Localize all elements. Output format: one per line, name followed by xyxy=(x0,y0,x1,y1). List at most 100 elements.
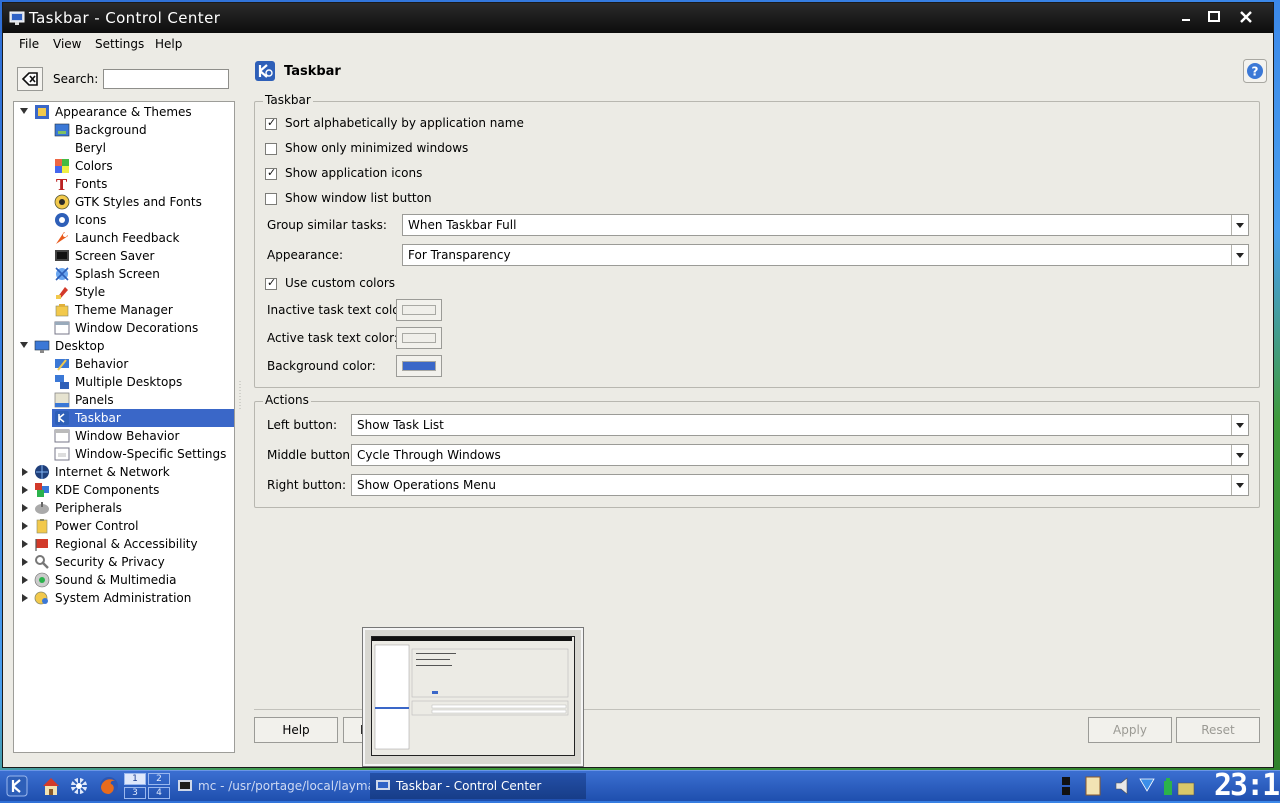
right-button-select[interactable]: Show Operations Menu xyxy=(351,474,1249,496)
module-title: Taskbar xyxy=(284,64,341,79)
tree-item[interactable]: Security & Privacy xyxy=(14,553,234,571)
custom-colors-checkbox[interactable] xyxy=(265,276,277,290)
menu-file[interactable]: File xyxy=(19,37,39,51)
tray-icons xyxy=(1062,776,1195,796)
tree-item[interactable]: Multiple Desktops xyxy=(14,373,234,391)
home-icon[interactable] xyxy=(40,775,62,797)
appearance-select[interactable]: For Transparency xyxy=(402,244,1249,266)
search-input[interactable] xyxy=(103,69,229,89)
menu-settings[interactable]: Settings xyxy=(95,37,144,51)
left-button-select[interactable]: Show Task List xyxy=(351,414,1249,436)
tree-item[interactable]: System Administration xyxy=(14,589,234,607)
expanded-arrow-icon[interactable] xyxy=(20,342,28,348)
whats-this-help-icon[interactable]: ? xyxy=(1243,59,1267,83)
menu-view[interactable]: View xyxy=(53,37,81,51)
taskbar-group: Taskbar Sort alphabetically by applicati… xyxy=(254,93,1260,388)
active-color-button[interactable] xyxy=(396,327,442,349)
background-color-button[interactable] xyxy=(396,355,442,377)
tree-item[interactable]: Panels xyxy=(14,391,234,409)
window-behavior-icon xyxy=(54,429,70,443)
group-tasks-select[interactable]: When Taskbar Full xyxy=(402,214,1249,236)
tree-item-label: Power Control xyxy=(55,519,139,533)
tree-item[interactable]: Background xyxy=(14,121,234,139)
tree-item[interactable]: Window Behavior xyxy=(14,427,234,445)
help-button[interactable]: Help xyxy=(254,717,338,743)
tree-item[interactable]: Launch Feedback xyxy=(14,229,234,247)
left-button-value: Show Task List xyxy=(357,418,444,432)
chevron-down-icon xyxy=(1231,245,1248,265)
style-icon xyxy=(56,287,68,299)
collapsed-arrow-icon[interactable] xyxy=(22,558,28,566)
collapsed-arrow-icon[interactable] xyxy=(22,540,28,548)
desktop-1[interactable]: 1 xyxy=(124,773,146,785)
tree-item[interactable]: KDE Components xyxy=(14,481,234,499)
tree-item[interactable]: Theme Manager xyxy=(14,301,234,319)
tree-item[interactable]: Internet & Network xyxy=(14,463,234,481)
preview-window xyxy=(371,636,575,756)
collapsed-arrow-icon[interactable] xyxy=(22,486,28,494)
desktop-4[interactable]: 4 xyxy=(148,787,170,799)
clear-search-button[interactable] xyxy=(17,67,43,91)
tree-item[interactable]: Regional & Accessibility xyxy=(14,535,234,553)
tree-item[interactable]: Appearance & Themes xyxy=(14,103,234,121)
sound-icon xyxy=(34,572,50,588)
kde-menu-icon[interactable] xyxy=(6,775,28,797)
window-decorations-icon xyxy=(54,321,70,335)
task-control-center[interactable]: Taskbar - Control Center xyxy=(370,773,586,799)
tree-item[interactable]: Style xyxy=(14,283,234,301)
navigation-pane: Search: Appearance & Themes Background Ber… xyxy=(11,61,235,753)
apply-button[interactable]: Apply xyxy=(1088,717,1172,743)
maximize-icon[interactable] xyxy=(1205,10,1223,24)
tree-item[interactable]: Window Decorations xyxy=(14,319,234,337)
tree-item[interactable]: Icons xyxy=(14,211,234,229)
reset-button[interactable]: Reset xyxy=(1176,717,1260,743)
tree-item[interactable]: Taskbar xyxy=(52,409,234,427)
firefox-icon[interactable] xyxy=(98,775,120,797)
app-icons-checkbox[interactable] xyxy=(265,166,277,180)
gtk-icon xyxy=(54,194,70,210)
middle-button-select[interactable]: Cycle Through Windows xyxy=(351,444,1249,466)
inactive-color-button[interactable] xyxy=(396,299,442,321)
collapsed-arrow-icon[interactable] xyxy=(22,576,28,584)
sort-alpha-checkbox[interactable] xyxy=(265,116,277,130)
pane-splitter[interactable] xyxy=(238,61,242,753)
middle-button-value: Cycle Through Windows xyxy=(357,448,501,462)
tree-item[interactable]: Behavior xyxy=(14,355,234,373)
tree-item[interactable]: Screen Saver xyxy=(14,247,234,265)
window-list-label: Show window list button xyxy=(285,191,432,205)
tree-item[interactable]: Power Control xyxy=(14,517,234,535)
title-bar[interactable]: Taskbar - Control Center xyxy=(3,3,1273,33)
tree-item-label: Appearance & Themes xyxy=(55,105,192,119)
menu-help[interactable]: Help xyxy=(155,37,182,51)
only-minimized-checkbox[interactable] xyxy=(265,143,277,155)
system-admin-icon xyxy=(34,591,48,605)
tree-item[interactable]: Peripherals xyxy=(14,499,234,517)
collapsed-arrow-icon[interactable] xyxy=(22,504,28,512)
tree-item[interactable]: T Fonts xyxy=(14,175,234,193)
clock: 23:16 xyxy=(1214,768,1280,803)
expanded-arrow-icon[interactable] xyxy=(20,108,28,114)
tree-item[interactable]: Splash Screen xyxy=(14,265,234,283)
collapsed-arrow-icon[interactable] xyxy=(22,522,28,530)
desktop-2[interactable]: 2 xyxy=(148,773,170,785)
system-settings-icon[interactable] xyxy=(68,775,90,797)
tree-item[interactable]: Desktop xyxy=(14,337,234,355)
tree-item[interactable]: Sound & Multimedia xyxy=(14,571,234,589)
desktop-3[interactable]: 3 xyxy=(124,787,146,799)
chevron-down-icon xyxy=(1231,445,1248,465)
tree-item[interactable]: Window-Specific Settings xyxy=(14,445,234,463)
regional-icon xyxy=(35,539,48,551)
collapsed-arrow-icon[interactable] xyxy=(22,594,28,602)
close-icon[interactable] xyxy=(1237,10,1255,24)
tree-item[interactable]: GTK Styles and Fonts xyxy=(14,193,234,211)
minimize-icon[interactable] xyxy=(1177,10,1195,24)
tree-item[interactable]: Beryl xyxy=(14,139,234,157)
launch-feedback-icon xyxy=(56,232,68,244)
background-icon xyxy=(54,123,70,137)
tree-item[interactable]: Colors xyxy=(14,157,234,175)
security-icon xyxy=(35,555,49,569)
window-list-checkbox[interactable] xyxy=(265,193,277,205)
task-terminal[interactable]: mc - /usr/portage/local/layman xyxy=(172,773,388,799)
collapsed-arrow-icon[interactable] xyxy=(22,468,28,476)
chevron-down-icon xyxy=(1231,475,1248,495)
